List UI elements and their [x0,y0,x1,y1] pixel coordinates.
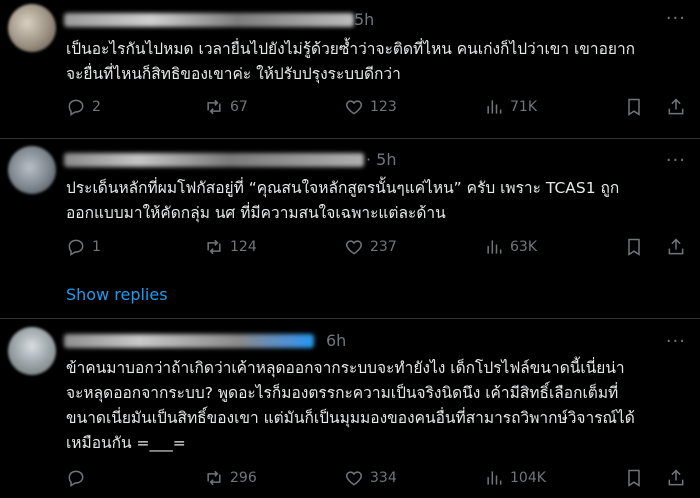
share-icon[interactable] [666,468,686,488]
like-icon [345,471,363,486]
timestamp[interactable]: 5h [354,10,374,29]
repost-icon [207,99,221,115]
views-count: 63K [510,239,537,255]
repost-count: 67 [230,99,248,115]
repost-count: 124 [230,239,257,255]
like-count: 123 [370,99,397,115]
reply-icon [68,99,84,116]
timestamp-value: 5h [376,150,397,169]
avatar[interactable] [8,327,56,375]
like-button[interactable]: 123 [344,97,397,117]
tweet-actions: 2 67 123 71K [66,97,686,121]
reply-count: 2 [92,99,101,115]
avatar[interactable] [8,146,56,194]
repost-button[interactable]: 67 [204,97,248,117]
views-count: 104K [510,470,546,486]
tweet-actions: 296 334 104K [66,468,686,492]
share-icon[interactable] [666,97,686,117]
author-name-blurred[interactable] [64,334,314,348]
tweet-text: ข้าคนมาบอกว่าถ้าเกิดว่าเค้าหลุดออกจากระบ… [66,359,635,452]
author-name-blurred[interactable] [64,153,364,167]
repost-button[interactable]: 124 [204,237,257,257]
divider [0,318,700,319]
views-button[interactable]: 63K [484,237,537,257]
reply-button[interactable]: 2 [66,97,101,117]
views-button[interactable]: 104K [484,468,546,488]
repost-icon [207,470,221,486]
like-button[interactable]: 334 [344,468,397,488]
views-icon [487,471,502,485]
share-icon[interactable] [666,237,686,257]
views-icon [487,100,502,114]
like-count: 237 [370,239,397,255]
repost-icon [207,239,221,255]
avatar[interactable] [8,4,56,52]
views-count: 71K [510,99,537,115]
author-name-blurred[interactable] [64,13,354,27]
reply-icon [68,239,84,256]
more-options-button[interactable]: ··· [666,150,686,171]
show-replies-link[interactable]: Show replies [66,285,168,304]
like-icon [345,240,363,255]
tweet-text: เป็นอะไรกันไปหมด เวลายื่นไปยังไม่รู้ด้วย… [66,40,636,83]
like-icon [345,100,363,115]
repost-count: 296 [230,470,257,486]
reply-icon [68,470,84,487]
repost-button[interactable]: 296 [204,468,257,488]
reply-count: 1 [92,239,101,255]
bookmark-icon[interactable] [624,237,644,257]
divider [0,138,700,139]
like-count: 334 [370,470,397,486]
like-button[interactable]: 237 [344,237,397,257]
timestamp[interactable]: 6h [326,331,346,350]
timestamp[interactable]: · 5h [366,150,397,169]
reply-button[interactable]: 1 [66,237,101,257]
bookmark-icon[interactable] [624,468,644,488]
bookmark-icon[interactable] [624,97,644,117]
views-button[interactable]: 71K [484,97,537,117]
tweet-actions: 1 124 237 63K [66,237,686,261]
views-icon [487,240,502,254]
tweet-text: ประเด็นหลักที่ผมโฟกัสอยู่ที่ “คุณสนใจหลั… [66,179,620,222]
more-options-button[interactable]: ··· [666,331,686,352]
reply-button[interactable] [66,468,92,488]
more-options-button[interactable]: ··· [666,8,686,29]
